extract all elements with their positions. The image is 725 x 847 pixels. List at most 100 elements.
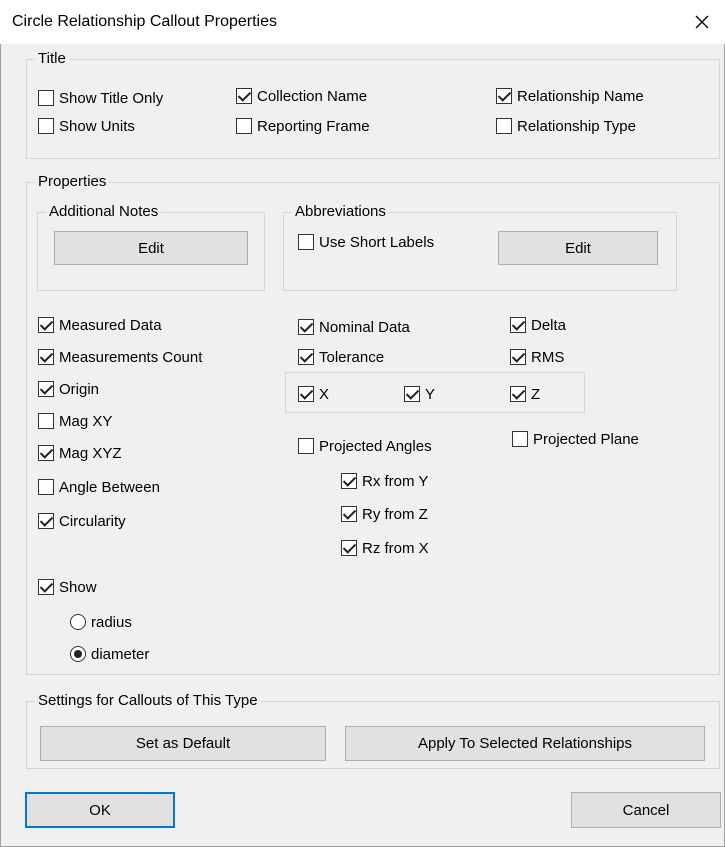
mag-xyz-checkbox[interactable]: Mag XYZ xyxy=(38,443,122,463)
show-units-checkbox[interactable]: Show Units xyxy=(38,116,135,136)
checkbox-box xyxy=(496,88,512,104)
mag-xy-checkbox[interactable]: Mag XY xyxy=(38,411,112,431)
close-icon xyxy=(695,15,709,29)
radius-radio[interactable]: radius xyxy=(70,612,132,632)
x-label: X xyxy=(319,385,330,403)
show-checkbox[interactable]: Show xyxy=(38,577,97,597)
radio-circle xyxy=(70,646,86,662)
checkbox-box xyxy=(38,349,54,365)
close-button[interactable] xyxy=(679,0,725,44)
y-checkbox[interactable]: Y xyxy=(404,384,435,404)
rx-from-y-label: Rx from Y xyxy=(362,472,429,490)
measurements-count-checkbox[interactable]: Measurements Count xyxy=(38,347,202,367)
show-title-only-checkbox[interactable]: Show Title Only xyxy=(38,88,163,108)
z-checkbox[interactable]: Z xyxy=(510,384,540,404)
checkbox-box xyxy=(510,317,526,333)
collection-name-label: Collection Name xyxy=(257,87,368,105)
checkbox-box xyxy=(38,445,54,461)
set-as-default-button[interactable]: Set as Default xyxy=(40,726,326,761)
checkbox-box xyxy=(38,579,54,595)
checkbox-box xyxy=(341,506,357,522)
window-title: Circle Relationship Callout Properties xyxy=(12,13,278,30)
checkbox-box xyxy=(38,381,54,397)
projected-plane-checkbox[interactable]: Projected Plane xyxy=(512,429,639,449)
mag-xyz-label: Mag XYZ xyxy=(59,444,122,462)
y-label: Y xyxy=(425,385,436,403)
checkbox-box xyxy=(404,386,420,402)
radio-circle xyxy=(70,614,86,630)
checkbox-box xyxy=(341,473,357,489)
checkbox-box xyxy=(510,349,526,365)
checkbox-box xyxy=(236,88,252,104)
checkbox-box xyxy=(298,234,314,250)
delta-checkbox[interactable]: Delta xyxy=(510,315,566,335)
projected-angles-checkbox[interactable]: Projected Angles xyxy=(298,436,432,456)
ry-from-z-checkbox[interactable]: Ry from Z xyxy=(341,504,428,524)
rx-from-y-checkbox[interactable]: Rx from Y xyxy=(341,471,428,491)
checkbox-box xyxy=(38,118,54,134)
measured-data-label: Measured Data xyxy=(59,316,162,334)
tolerance-checkbox[interactable]: Tolerance xyxy=(298,347,384,367)
abbreviations-label: Abbreviations xyxy=(292,203,389,221)
ok-button[interactable]: OK xyxy=(25,792,175,828)
checkbox-box xyxy=(38,90,54,106)
tolerance-label: Tolerance xyxy=(319,348,385,366)
mag-xy-label: Mag XY xyxy=(59,412,113,430)
checkbox-box xyxy=(298,349,314,365)
diameter-radio[interactable]: diameter xyxy=(70,644,149,664)
cancel-button[interactable]: Cancel xyxy=(571,792,721,828)
ry-from-z-label: Ry from Z xyxy=(362,505,428,523)
abbreviations-edit-button[interactable]: Edit xyxy=(498,231,658,265)
show-label: Show xyxy=(59,578,97,596)
collection-name-checkbox[interactable]: Collection Name xyxy=(236,86,367,106)
properties-group-label: Properties xyxy=(35,173,110,191)
title-group-label: Title xyxy=(35,50,69,68)
show-units-label: Show Units xyxy=(59,117,135,135)
checkbox-box xyxy=(496,118,512,134)
show-title-only-label: Show Title Only xyxy=(59,89,164,107)
checkbox-box xyxy=(38,479,54,495)
additional-notes-edit-button[interactable]: Edit xyxy=(54,231,248,265)
checkbox-box xyxy=(38,513,54,529)
checkbox-box xyxy=(512,431,528,447)
relationship-type-label: Relationship Type xyxy=(517,117,636,135)
rz-from-x-checkbox[interactable]: Rz from X xyxy=(341,538,429,558)
radius-label: radius xyxy=(91,613,132,631)
use-short-labels-checkbox[interactable]: Use Short Labels xyxy=(298,232,434,252)
settings-group-label: Settings for Callouts of This Type xyxy=(35,692,261,710)
angle-between-checkbox[interactable]: Angle Between xyxy=(38,477,160,497)
checkbox-box xyxy=(510,386,526,402)
checkbox-box xyxy=(38,413,54,429)
x-checkbox[interactable]: X xyxy=(298,384,329,404)
delta-label: Delta xyxy=(531,316,567,334)
additional-notes-label: Additional Notes xyxy=(46,203,162,221)
circularity-checkbox[interactable]: Circularity xyxy=(38,511,126,531)
angle-between-label: Angle Between xyxy=(59,478,160,496)
measured-data-checkbox[interactable]: Measured Data xyxy=(38,315,162,335)
projected-plane-label: Projected Plane xyxy=(533,430,639,448)
checkbox-box xyxy=(298,438,314,454)
checkbox-box xyxy=(298,319,314,335)
rz-from-x-label: Rz from X xyxy=(362,539,429,557)
circularity-label: Circularity xyxy=(59,512,126,530)
rms-label: RMS xyxy=(531,348,565,366)
apply-to-selected-button[interactable]: Apply To Selected Relationships xyxy=(345,726,705,761)
checkbox-box xyxy=(236,118,252,134)
title-bar: Circle Relationship Callout Properties xyxy=(0,0,725,44)
checkbox-box xyxy=(38,317,54,333)
projected-angles-label: Projected Angles xyxy=(319,437,432,455)
relationship-name-checkbox[interactable]: Relationship Name xyxy=(496,86,644,106)
title-group: Title xyxy=(26,50,720,159)
nominal-data-label: Nominal Data xyxy=(319,318,410,336)
measurements-count-label: Measurements Count xyxy=(59,348,203,366)
checkbox-box xyxy=(298,386,314,402)
use-short-labels-label: Use Short Labels xyxy=(319,233,435,251)
reporting-frame-checkbox[interactable]: Reporting Frame xyxy=(236,116,370,136)
nominal-data-checkbox[interactable]: Nominal Data xyxy=(298,317,410,337)
checkbox-box xyxy=(341,540,357,556)
relationship-name-label: Relationship Name xyxy=(517,87,644,105)
relationship-type-checkbox[interactable]: Relationship Type xyxy=(496,116,636,136)
reporting-frame-label: Reporting Frame xyxy=(257,117,370,135)
origin-checkbox[interactable]: Origin xyxy=(38,379,99,399)
rms-checkbox[interactable]: RMS xyxy=(510,347,564,367)
